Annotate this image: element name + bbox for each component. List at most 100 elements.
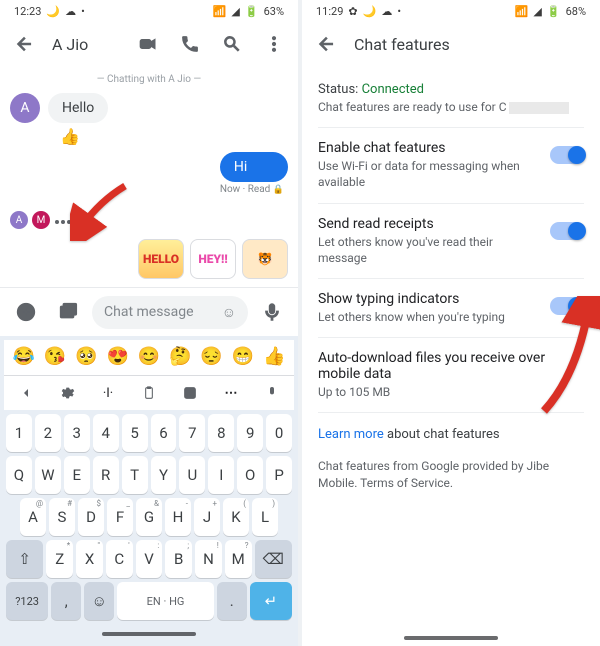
video-call-button[interactable]: [130, 26, 166, 62]
typing-indicators-row[interactable]: Show typing indicators Let others know w…: [318, 279, 584, 338]
key[interactable]: (K: [223, 498, 249, 536]
footer-text: Chat features from Google provided by Ji…: [318, 458, 584, 510]
key[interactable]: +J: [194, 498, 220, 536]
kb-collapse-button[interactable]: [6, 380, 46, 406]
key[interactable]: _F: [107, 498, 133, 536]
kb-text-button[interactable]: ·I·: [88, 380, 128, 406]
emoji-option[interactable]: 😁: [232, 346, 254, 367]
outgoing-bubble[interactable]: Hi: [220, 152, 288, 182]
keyboard-toolbar: ·I· ⋯: [4, 375, 294, 410]
read-receipts-toggle[interactable]: [550, 222, 584, 240]
key[interactable]: "X: [76, 540, 103, 578]
key[interactable]: U: [179, 456, 205, 494]
key[interactable]: 6: [151, 414, 177, 452]
contact-name[interactable]: A Jio: [48, 35, 124, 54]
key[interactable]: 2: [35, 414, 61, 452]
emoji-option[interactable]: 🥺: [75, 346, 97, 367]
typing-indicators-toggle[interactable]: [550, 297, 584, 315]
sticker-hello[interactable]: HELLO: [138, 239, 184, 279]
back-button[interactable]: [6, 26, 42, 62]
emoji-option[interactable]: 😍: [106, 346, 128, 367]
gesture-bar[interactable]: [302, 628, 600, 640]
backspace-key[interactable]: ⌫: [255, 540, 292, 578]
conversation-area[interactable]: — Chatting with A Jio — A Hello 👍 Hi Now…: [0, 66, 298, 287]
key[interactable]: ;B: [165, 540, 192, 578]
key[interactable]: )L: [252, 498, 278, 536]
key[interactable]: P: [266, 456, 292, 494]
enter-key[interactable]: ↵: [250, 582, 292, 620]
emoji-option[interactable]: 😔: [200, 346, 222, 367]
kb-mic-button[interactable]: [252, 380, 292, 406]
period-key[interactable]: .: [217, 582, 247, 620]
key[interactable]: Y: [151, 456, 177, 494]
voice-message-button[interactable]: [254, 294, 290, 330]
key[interactable]: 4: [93, 414, 119, 452]
sticker-hey[interactable]: HEY!!: [190, 239, 236, 279]
emoji-option[interactable]: 😊: [138, 346, 160, 367]
add-attachment-button[interactable]: [8, 294, 44, 330]
key[interactable]: Q: [6, 456, 32, 494]
key[interactable]: :V: [136, 540, 163, 578]
key[interactable]: W: [35, 456, 61, 494]
key[interactable]: -H: [165, 498, 191, 536]
key[interactable]: #S: [49, 498, 75, 536]
battery-text: 68%: [566, 5, 586, 18]
key[interactable]: 5: [122, 414, 148, 452]
learn-more-link[interactable]: Learn more: [318, 427, 384, 442]
key[interactable]: 7: [179, 414, 205, 452]
symbols-key[interactable]: ?123: [6, 582, 48, 620]
key[interactable]: R: [93, 456, 119, 494]
kb-more-button[interactable]: ⋯: [211, 380, 251, 406]
key[interactable]: 8: [208, 414, 234, 452]
key[interactable]: O: [237, 456, 263, 494]
emoji-key[interactable]: ☺: [84, 582, 114, 620]
enable-chat-toggle[interactable]: [550, 146, 584, 164]
key[interactable]: &G: [136, 498, 162, 536]
key[interactable]: $D: [78, 498, 104, 536]
key[interactable]: ?M: [225, 540, 252, 578]
shift-key[interactable]: ⇧: [6, 540, 43, 578]
key[interactable]: 'C: [106, 540, 133, 578]
gallery-button[interactable]: [50, 294, 86, 330]
reaction-emoji[interactable]: 👍: [60, 127, 288, 146]
enable-chat-row[interactable]: Enable chat features Use Wi-Fi or data f…: [318, 128, 584, 203]
emoji-option[interactable]: 😂: [12, 346, 34, 367]
message-input[interactable]: Chat message ☺: [92, 296, 248, 329]
key[interactable]: *Z: [46, 540, 73, 578]
conversation-appbar: A Jio: [0, 22, 298, 66]
redacted-number: [509, 102, 569, 114]
comma-key[interactable]: ,: [51, 582, 81, 620]
key[interactable]: E: [64, 456, 90, 494]
key[interactable]: 9: [237, 414, 263, 452]
auto-download-row[interactable]: Auto-download files you receive over mob…: [318, 338, 584, 413]
key[interactable]: 0: [266, 414, 292, 452]
read-receipts-row[interactable]: Send read receipts Let others know you'v…: [318, 204, 584, 279]
key[interactable]: T: [122, 456, 148, 494]
kb-sticker-button[interactable]: [170, 380, 210, 406]
emoji-option[interactable]: 😘: [44, 346, 66, 367]
more-button[interactable]: [256, 26, 292, 62]
settings-content[interactable]: Status: Connected Chat features are read…: [302, 66, 600, 628]
key[interactable]: I: [208, 456, 234, 494]
emoji-option[interactable]: 🤔: [169, 346, 191, 367]
search-button[interactable]: [214, 26, 250, 62]
contact-avatar[interactable]: A: [10, 93, 40, 123]
key[interactable]: @A: [20, 498, 46, 536]
space-key[interactable]: EN · HG: [117, 582, 213, 620]
emoji-option[interactable]: 👍: [263, 346, 285, 367]
sticker-wave[interactable]: 🐯: [242, 239, 288, 279]
incoming-bubble[interactable]: Hello: [48, 93, 108, 123]
status-line: Status: Connected: [318, 82, 576, 97]
key[interactable]: !N: [195, 540, 222, 578]
participant-avatar-m: M: [32, 211, 50, 229]
emoji-picker-icon[interactable]: ☺: [222, 304, 236, 321]
kb-settings-button[interactable]: [47, 380, 87, 406]
participant-avatar-a: A: [10, 211, 28, 229]
call-button[interactable]: [172, 26, 208, 62]
key[interactable]: 1: [6, 414, 32, 452]
battery-icon: 🔋: [547, 5, 561, 18]
kb-clipboard-button[interactable]: [129, 380, 169, 406]
key[interactable]: 3: [64, 414, 90, 452]
back-button[interactable]: [308, 26, 344, 62]
gesture-bar[interactable]: [4, 624, 294, 636]
